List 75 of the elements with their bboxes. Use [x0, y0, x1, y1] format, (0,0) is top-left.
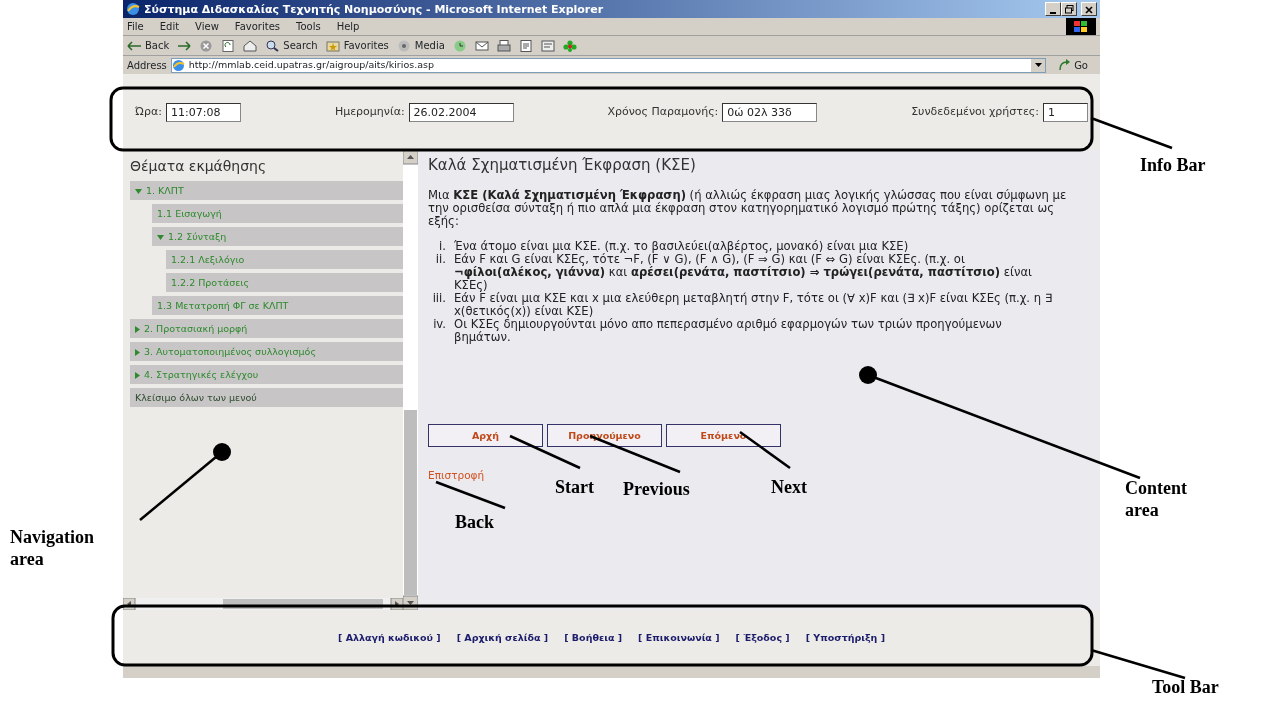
address-label: Address: [127, 58, 167, 73]
field-label: Ημερομηνία:: [334, 103, 405, 120]
callout-label: Tool Bar: [1152, 676, 1220, 698]
leader-line: [435, 480, 506, 510]
search-icon: [265, 39, 280, 52]
close-icon: [1085, 5, 1093, 14]
address-field[interactable]: http://mmlab.ceid.upatras.gr/aigroup/aits/kirios.asp: [170, 57, 1047, 73]
vertical-scrollbar[interactable]: [403, 150, 418, 610]
callout-label: Start: [555, 476, 594, 498]
menu-item[interactable]: File: [127, 19, 144, 34]
close-button[interactable]: [1081, 2, 1097, 16]
footer-link[interactable]: [ Έξοδος ]: [735, 630, 790, 646]
caret-right-icon: [135, 326, 140, 333]
footer-link[interactable]: [ Αρχική σελίδα ]: [456, 630, 549, 646]
star-folder-icon: [325, 39, 340, 52]
readout-field[interactable]: 26.02.2004: [408, 102, 514, 122]
back-button[interactable]: Back: [127, 38, 170, 53]
definition-paragraph: Μια ΚΣΕ (Καλά Σχηματισμένη Έκφραση) (ή αλλιώς έκφραση μιας λογικής γλώσσας που είναι σύμφωνη με την ορισθείσα σύνταξη ή πιο απλά μια έκφραση στον κατηγορηματικό λογισμό πρώτης τάξης) ορίζεται ως εξής:: [428, 188, 1068, 228]
list-item-text: Εάν F είναι μια ΚΣΕ και x μια ελεύθερη μεταβλητή στην F, τότε οι (∀ x)F και (∃ x)F είναι ΚΣΕς (π.χ. η ∃ x(θετικός(x)) είναι ΚΣΕ): [454, 291, 1054, 318]
restore-icon: [1064, 5, 1074, 14]
navigation-button[interactable]: Επόμενο: [666, 423, 781, 447]
windows-flag-icon: [1066, 18, 1096, 35]
caret-icon: [1034, 63, 1042, 67]
footer-link[interactable]: [ Αλλαγή κωδικού ]: [338, 630, 441, 646]
footer-link[interactable]: [ Βοήθεια ]: [564, 630, 623, 646]
list-item-text: Οι ΚΣΕς δημιουργούνται μόνο απο πεπερασμένο αριθμό εφαρμογών των τριών προηγούμενων βημάτων.: [454, 317, 1003, 344]
readout-field[interactable]: 11:07:08: [166, 102, 242, 122]
navigation-heading: Θέματα εκμάθησης: [130, 157, 268, 176]
media-button[interactable]: Media: [396, 38, 445, 53]
window-title: Σύστημα Διδασκαλίας Τεχνητής Νοημοσύνης - Microsoft Internet Explorer: [144, 2, 604, 16]
callout-label: Back: [455, 511, 494, 533]
navigation-button[interactable]: Αρχή: [428, 423, 543, 447]
list-marker: iv.: [432, 317, 447, 333]
readout-field[interactable]: 1: [1043, 102, 1088, 122]
list-item-text: Ένα άτομο είναι μια ΚΣΕ. (π.χ. το βασιλεύει(αλβέρτος, μονακό) είναι μια ΚΣΕ): [454, 239, 910, 253]
menu-item[interactable]: Help: [336, 19, 360, 34]
callout-label: Content area: [1125, 477, 1188, 521]
dropdown-button[interactable]: [1031, 58, 1046, 72]
browser-logo-icon: [126, 2, 140, 16]
footer-link[interactable]: [ Επικοινωνία ]: [638, 630, 720, 646]
curved-arrow-icon: [1058, 59, 1071, 71]
list-marker: ii.: [434, 252, 447, 268]
menu-item[interactable]: Edit: [159, 19, 180, 34]
caret-right-icon: [135, 349, 140, 356]
back-arrow-icon: [127, 39, 141, 52]
list-item-text: Εάν F και G είναι ΚΣΕς, τότε ¬F, (F ∨ G), (F ∧ G), (F ⇒ G) και (F ⇔ G) είναι ΚΣΕς. (π.χ. οι ¬φίλοι(αλέκος, γιάννα) και αρέσει(ρενάτα, παστίτσιο) ⇒ τρώγει(ρενάτα, παστίτσιο) είναι ΚΣΕς): [454, 252, 1033, 292]
field-label: Συνδεδεμένοι χρήστες:: [911, 103, 1039, 120]
field-label: Χρόνος Παραμονής:: [607, 103, 719, 120]
list-marker: iii.: [431, 291, 447, 307]
menu-item[interactable]: View: [195, 19, 219, 34]
close-menus-item[interactable]: Κλείσιμο όλων των μενού: [130, 388, 403, 407]
disc-icon: [396, 39, 411, 52]
caret-down-icon: [135, 189, 142, 194]
minimize-button[interactable]: [1045, 2, 1061, 16]
list-marker: i.: [438, 239, 447, 253]
caret-right-icon: [135, 372, 140, 379]
back-link[interactable]: Επιστροφή: [428, 468, 485, 481]
search-button[interactable]: Search: [265, 38, 318, 53]
minimize-icon: [1050, 11, 1056, 14]
restore-button[interactable]: [1061, 2, 1077, 16]
callout-label: Previous: [623, 478, 690, 500]
callout-label: Navigation area: [10, 526, 95, 570]
callout-label: Info Bar: [1140, 154, 1207, 176]
menu-item[interactable]: Favorites: [234, 19, 280, 34]
favorites-button[interactable]: Favorites: [325, 38, 389, 53]
readout-field[interactable]: 0ώ 02λ 33δ: [722, 102, 818, 122]
go-button[interactable]: Go: [1050, 57, 1096, 73]
menu-item[interactable]: Tools: [296, 19, 321, 34]
globe-icon: [171, 58, 185, 72]
content-heading: Καλά Σχηματισμένη Έκφραση (ΚΣΕ): [428, 155, 697, 176]
navigation-button[interactable]: Προηγούμενο: [547, 423, 662, 447]
footer-link[interactable]: [ Υποστήριξη ]: [805, 630, 885, 646]
callout-label: Next: [771, 476, 807, 498]
caret-down-icon: [157, 235, 164, 240]
field-label: Ώρα:: [135, 103, 163, 120]
